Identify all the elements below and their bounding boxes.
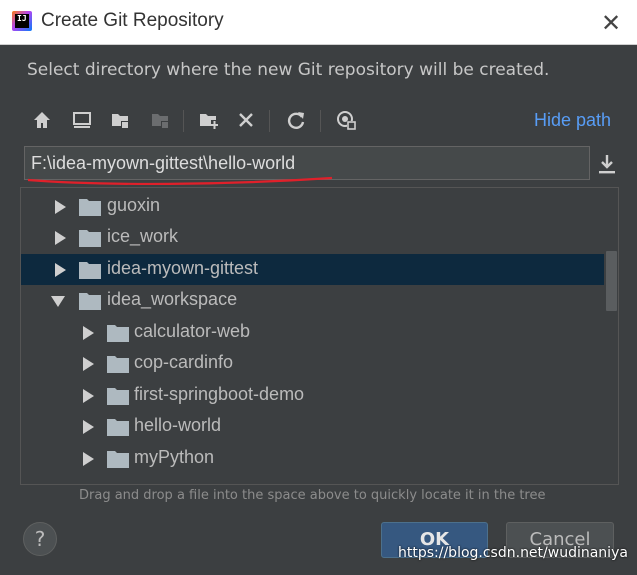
download-icon[interactable] [596, 152, 618, 176]
folder-icon [79, 262, 101, 279]
help-button[interactable]: ? [23, 522, 57, 556]
expand-arrow-icon[interactable] [53, 200, 67, 214]
tree-scrollbar[interactable] [605, 188, 618, 484]
file-chooser-toolbar [26, 106, 366, 136]
folder-icon [107, 356, 129, 373]
toolbar-separator [183, 110, 184, 132]
expand-arrow-icon[interactable] [53, 263, 67, 277]
folder-icon [79, 293, 101, 310]
expand-arrow-icon[interactable] [81, 452, 95, 466]
tree-row-label: idea_workspace [107, 289, 238, 309]
tree-row-label: calculator-web [134, 321, 251, 341]
home-icon[interactable] [28, 106, 56, 134]
folder-icon [79, 199, 101, 216]
module-folder-icon [146, 106, 174, 134]
folder-icon [79, 230, 101, 247]
close-icon[interactable]: ✕ [598, 10, 624, 36]
tree-row-label: myPython [134, 447, 215, 467]
project-folder-icon[interactable] [106, 106, 134, 134]
drag-drop-hint: Drag and drop a file into the space abov… [79, 488, 546, 503]
tree-row[interactable]: calculator-web [21, 317, 604, 348]
tree-row[interactable]: myPython [21, 443, 604, 474]
title-bar: IJ Create Git Repository ✕ [0, 0, 637, 45]
show-hidden-icon[interactable] [332, 106, 360, 134]
tree-row[interactable]: guoxin [21, 191, 604, 222]
expand-arrow-icon[interactable] [81, 326, 95, 340]
directory-tree[interactable]: guoxin ice_work idea-myown-gittest idea_… [20, 187, 619, 485]
delete-icon[interactable] [232, 106, 260, 134]
tree-row-label: ice_work [107, 226, 179, 246]
intellij-app-icon: IJ [12, 11, 32, 31]
dialog-title: Create Git Repository [41, 10, 224, 31]
expand-arrow-icon[interactable] [81, 420, 95, 434]
watermark-text: https://blog.csdn.net/wudinaniya [398, 545, 628, 561]
toolbar-separator [320, 110, 321, 132]
refresh-icon[interactable] [282, 106, 310, 134]
folder-icon [107, 325, 129, 342]
desktop-icon[interactable] [68, 106, 96, 134]
tree-row[interactable]: first-springboot-demo [21, 380, 604, 411]
tree-row[interactable]: hello-world [21, 411, 604, 442]
tree-row-label: first-springboot-demo [134, 384, 305, 404]
expand-arrow-icon[interactable] [81, 357, 95, 371]
new-folder-icon[interactable] [194, 106, 222, 134]
expand-arrow-icon[interactable] [81, 389, 95, 403]
expand-arrow-icon[interactable] [53, 231, 67, 245]
toolbar-separator [269, 110, 270, 132]
tree-row-label: guoxin [107, 195, 161, 215]
folder-icon [107, 451, 129, 468]
hide-path-link[interactable]: Hide path [534, 110, 611, 131]
path-field[interactable]: F:\idea-myown-gittest\hello-world [24, 146, 590, 180]
dialog-description: Select directory where the new Git repos… [27, 60, 550, 80]
tree-row[interactable]: ice_work [21, 222, 604, 253]
folder-icon [107, 388, 129, 405]
tree-row[interactable]: idea_workspace [21, 285, 604, 316]
tree-row-selected[interactable]: idea-myown-gittest [21, 254, 604, 285]
tree-row[interactable]: cop-cardinfo [21, 348, 604, 379]
collapse-arrow-icon[interactable] [51, 294, 65, 308]
tree-row-label: cop-cardinfo [134, 352, 234, 372]
tree-row-label: hello-world [134, 415, 222, 435]
tree-scrollbar-thumb[interactable] [606, 251, 617, 311]
folder-icon [107, 419, 129, 436]
tree-row-label: idea-myown-gittest [107, 258, 259, 278]
